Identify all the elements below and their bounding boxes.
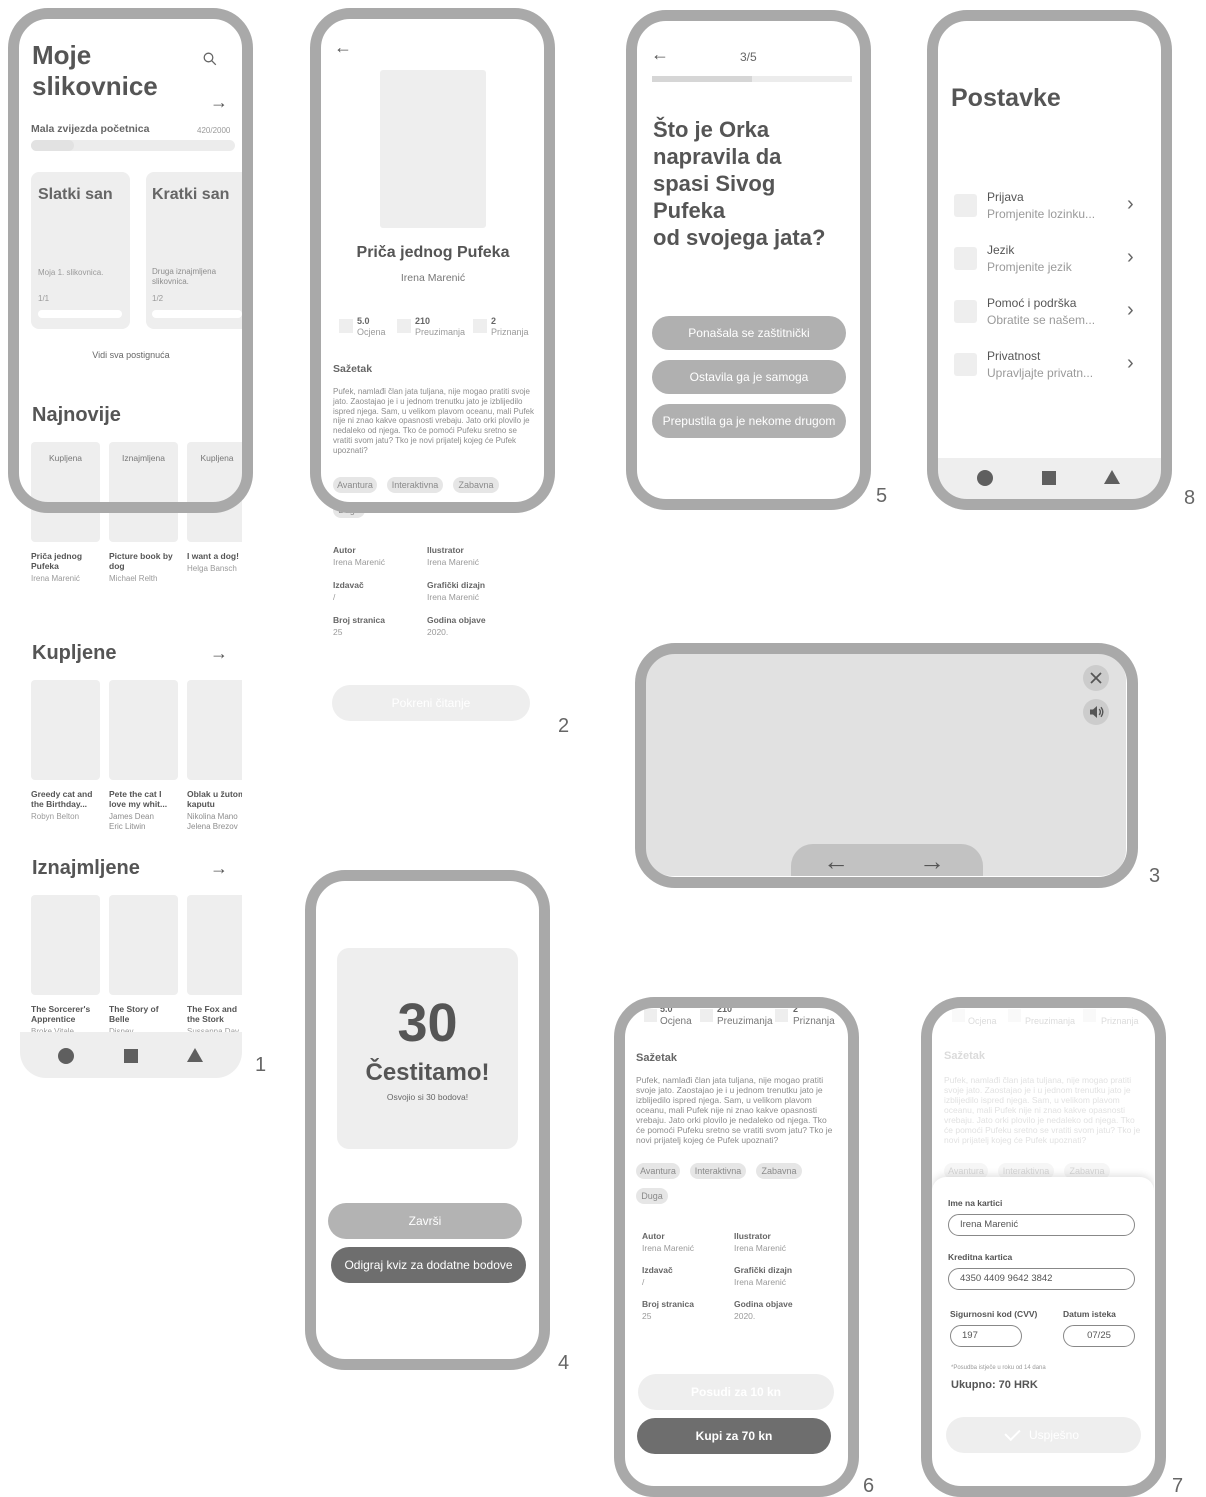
- book-cover[interactable]: [31, 680, 100, 780]
- meta-value: /: [333, 592, 336, 602]
- book-cover[interactable]: [31, 895, 100, 995]
- arrow-right-icon[interactable]: →: [210, 644, 228, 662]
- book-author: James Dean Eric Litwin: [109, 812, 154, 831]
- meta-value: 25: [333, 627, 343, 637]
- book-title: The Sorcerer's Apprentice: [31, 1004, 91, 1024]
- meta-label: Izdavač: [333, 580, 364, 590]
- phone-frame: [927, 10, 1172, 510]
- meta-label: Broj stranica: [333, 615, 385, 625]
- book-title: Pete the cat I love my whit...: [109, 789, 168, 809]
- book-title: The Story of Belle: [109, 1004, 159, 1024]
- phone-frame: [8, 8, 253, 513]
- book-title: I want a dog!: [187, 551, 239, 561]
- back-triangle-icon[interactable]: [187, 1048, 203, 1062]
- section-heading-rented: Iznajmljene: [32, 857, 140, 879]
- system-nav-bar: [20, 1032, 242, 1078]
- book-author: Robyn Belton: [31, 812, 80, 821]
- screen-number: 1: [255, 1054, 267, 1076]
- screen-number: 6: [863, 1475, 875, 1497]
- book-title: Greedy cat and the Birthday...: [31, 789, 93, 809]
- screen-number: 4: [558, 1352, 570, 1374]
- meta-label: Godina objave: [427, 615, 486, 625]
- home-circle-icon[interactable]: [58, 1048, 74, 1064]
- screen-number: 7: [1172, 1475, 1184, 1497]
- section-heading-purchased: Kupljene: [32, 642, 117, 664]
- book-author: Helga Bansch: [187, 564, 237, 573]
- book-author: Irena Marenić: [31, 574, 80, 583]
- meta-label: Autor: [333, 545, 356, 555]
- meta-label: Grafički dizajn: [427, 580, 486, 590]
- book-title: The Fox and the Stork: [187, 1004, 238, 1024]
- book-title: Priča jednog Pufeka: [31, 551, 83, 571]
- phone-frame-landscape: [635, 643, 1138, 888]
- book-cover[interactable]: [109, 680, 178, 780]
- phone-frame: [305, 870, 550, 1370]
- start-reading-button[interactable]: Pokreni čitanje: [332, 685, 530, 721]
- book-title: Picture book by dog: [109, 551, 173, 571]
- screen-number: 8: [1184, 487, 1196, 509]
- screen-number: 2: [558, 715, 570, 737]
- book-author: Michael Relth: [109, 574, 158, 583]
- phone-frame: [921, 997, 1166, 1497]
- meta-value: Irena Marenić: [427, 557, 479, 567]
- book-cover[interactable]: [187, 895, 242, 995]
- book-cover[interactable]: [187, 680, 242, 780]
- book-title: Oblak u žutom kaputu: [187, 789, 242, 809]
- screen-number: 3: [1149, 865, 1161, 887]
- phone-frame: [614, 997, 859, 1497]
- phone-frame: [626, 10, 871, 510]
- recents-square-icon[interactable]: [124, 1049, 138, 1063]
- meta-value: Irena Marenić: [427, 592, 479, 602]
- arrow-right-icon[interactable]: →: [210, 859, 228, 877]
- book-cover[interactable]: [109, 895, 178, 995]
- meta-label: Ilustrator: [427, 545, 464, 555]
- book-author: Nikolina Mano Jelena Brezov: [187, 812, 238, 831]
- meta-value: 2020.: [427, 627, 449, 637]
- meta-value: Irena Marenić: [333, 557, 385, 567]
- phone-frame: [310, 8, 555, 513]
- screen-number: 5: [876, 485, 888, 507]
